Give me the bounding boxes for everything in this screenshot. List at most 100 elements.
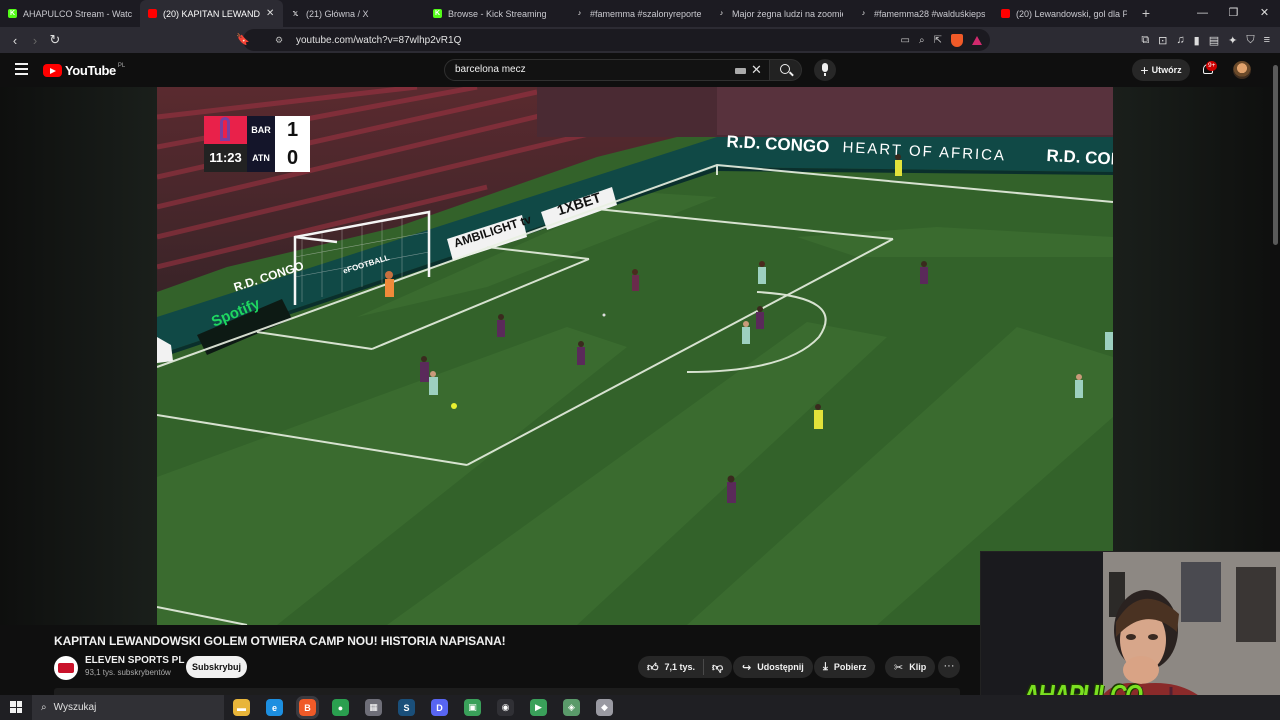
tiktok-icon: ♪ (575, 9, 584, 18)
more-actions-button[interactable]: ··· (938, 656, 960, 678)
clip-label: Klip (909, 662, 927, 672)
close-tab-icon[interactable]: ✕ (266, 8, 274, 19)
search-icon: ⌕ (41, 702, 47, 713)
windows-start-icon[interactable] (10, 701, 22, 713)
discord-icon[interactable]: D (431, 699, 448, 716)
guide-menu-icon[interactable] (15, 63, 28, 78)
site-info-icon[interactable]: ⚙ (275, 35, 291, 46)
close-window-icon[interactable]: ✕ (1249, 0, 1280, 27)
kick-icon: K (433, 9, 442, 18)
search-query[interactable]: barcelona mecz (455, 64, 526, 75)
bookmark-icon[interactable]: 🔖 (236, 29, 250, 51)
video-player-area: R.D. CONGO HEART OF AFRICA R.D. CONGO R.… (0, 87, 1280, 625)
away-score: 0 (286, 147, 299, 169)
country-code: PL (117, 63, 126, 69)
obs-icon[interactable]: ◉ (497, 699, 514, 716)
description-box-edge[interactable] (54, 688, 960, 695)
forward-icon[interactable]: › (25, 33, 45, 48)
obs-alt-icon[interactable]: ▣ (464, 699, 481, 716)
wallet-icon[interactable]: ▤ (1209, 34, 1219, 47)
scissors-icon: ✂ (894, 661, 904, 674)
leo-ai-icon[interactable]: ✦ (1228, 34, 1237, 47)
tab-title: AHAPULCO Stream - Watch Li (23, 8, 132, 19)
youtube-play-icon (43, 64, 62, 77)
browser-tab[interactable]: K AHAPULCO Stream - Watch Li (0, 0, 140, 27)
taskbar-search[interactable]: ⌕ Wyszukaj (32, 695, 224, 720)
kick-app-icon[interactable]: ▶ (530, 699, 547, 716)
edge-icon[interactable]: e (266, 699, 283, 716)
home-score: 1 (286, 119, 299, 141)
tab-title: Major żegna ludzi na zoomie | (732, 8, 843, 19)
dislike-icon[interactable]: 👎︎ (712, 661, 723, 674)
address-bar[interactable]: 🔖 ⚙ youtube.com/watch?v=87wlhp2vR1Q ▭ ⌕ … (236, 29, 990, 51)
brave-rewards-icon[interactable] (972, 35, 982, 45)
menu-icon[interactable]: ≡ (1264, 34, 1270, 46)
download-label: Pobierz (833, 662, 867, 672)
browser-tab[interactable]: ♪ #famemma #szalonyreporter # (567, 0, 709, 27)
youtube-logo[interactable]: YouTube PL (43, 63, 125, 78)
app-icon[interactable]: ◆ (596, 699, 613, 716)
vpn-icon[interactable]: ⛉ (1246, 34, 1254, 47)
like-dislike-group: 👍︎ 7,1 tys. 👎︎ (638, 656, 733, 678)
search-icon (780, 64, 790, 74)
screenshot-icon[interactable]: ⊡ (1158, 34, 1167, 47)
voice-search-button[interactable] (814, 59, 836, 81)
create-button[interactable]: + Utwórz (1132, 59, 1190, 81)
browser-tab[interactable]: ♪ Major żegna ludzi na zoomie | (709, 0, 851, 27)
brave-icon[interactable]: B (296, 696, 319, 719)
subscribe-button[interactable]: Subskrybuj (186, 656, 247, 678)
share-button[interactable]: ↪ Udostępnij (733, 656, 813, 678)
zoom-icon[interactable]: ⌕ (919, 35, 925, 46)
share-page-icon[interactable]: ⇱ (934, 35, 942, 46)
browser-tab[interactable]: (20) KAPITAN LEWAND ✕ (140, 0, 283, 27)
extension-icons: ⧉ ⊡ ♫ ▮ ▤ ✦ ⛉ ≡ (1141, 27, 1270, 53)
browser-tab[interactable]: K Browse - Kick Streaming (425, 0, 567, 27)
browser-toolbar: ‹ › ↻ 🔖 ⚙ youtube.com/watch?v=87wlhp2vR1… (0, 27, 1280, 53)
extensions-icon[interactable]: ⧉ (1141, 34, 1149, 47)
clip-button[interactable]: ✂ Klip (885, 656, 936, 678)
channel-avatar[interactable] (54, 656, 78, 680)
browser-tab[interactable]: (20) Lewandowski, gol dla Pols (993, 0, 1135, 27)
video-title: KAPITAN LEWANDOWSKI GOLEM OTWIERA CAMP N… (54, 634, 506, 648)
kick-icon: K (8, 9, 17, 18)
cast-icon[interactable]: ▭ (901, 35, 910, 46)
app-icon[interactable]: ◈ (563, 699, 580, 716)
tab-title: (21) Główna / X (306, 8, 369, 19)
minimize-icon[interactable]: — (1187, 0, 1218, 27)
search-input[interactable]: barcelona mecz ✕ (444, 59, 770, 81)
youtube-header: YouTube PL barcelona mecz ✕ + Utwórz 9+ (0, 53, 1280, 87)
browser-tab[interactable]: 𝕏 (21) Główna / X (283, 0, 425, 27)
screen: K AHAPULCO Stream - Watch Li (20) KAPITAN … (0, 0, 1280, 720)
x-icon: 𝕏 (291, 9, 300, 18)
sidebar-icon[interactable]: ▮ (1194, 34, 1200, 47)
url-text[interactable]: youtube.com/watch?v=87wlhp2vR1Q (296, 35, 461, 46)
chrome-icon[interactable]: ● (332, 699, 349, 716)
browser-tab[interactable]: ♪ #famemma28 #walduśkiepski (851, 0, 993, 27)
window-controls: — ❐ ✕ (1187, 0, 1280, 27)
account-avatar[interactable] (1233, 61, 1251, 79)
scrollbar-thumb[interactable] (1273, 65, 1278, 245)
like-icon[interactable]: 👍︎ (647, 661, 659, 674)
download-icon: ⤓ (823, 660, 828, 673)
tiktok-icon: ♪ (859, 9, 868, 18)
match-clock: 11:23 (204, 144, 247, 172)
restore-icon[interactable]: ❐ (1218, 0, 1249, 27)
clear-search-icon[interactable]: ✕ (751, 62, 762, 78)
video-player[interactable]: R.D. CONGO HEART OF AFRICA R.D. CONGO R.… (157, 87, 1113, 625)
file-explorer-icon[interactable]: ▬ (233, 699, 250, 716)
back-icon[interactable]: ‹ (5, 33, 25, 48)
channel-name[interactable]: ELEVEN SPORTS PL (85, 655, 184, 666)
brave-shield-icon[interactable] (951, 33, 963, 47)
reload-icon[interactable]: ↻ (45, 32, 65, 48)
keyboard-icon[interactable] (735, 68, 746, 74)
app-icon[interactable]: ▦ (365, 699, 382, 716)
new-tab-icon[interactable]: + (1135, 0, 1157, 27)
windows-taskbar: ⌕ Wyszukaj ▬ e B ● ▦ S D ▣ ◉ ▶ ◈ ◆ (0, 695, 1280, 720)
download-button[interactable]: ⤓ Pobierz (814, 656, 876, 678)
tab-title: (20) Lewandowski, gol dla Pols (1016, 8, 1127, 19)
like-count[interactable]: 7,1 tys. (665, 662, 696, 672)
search-button[interactable] (770, 59, 802, 81)
steam-icon[interactable]: S (398, 699, 415, 716)
music-icon[interactable]: ♫ (1176, 34, 1184, 46)
ribbon-icon (220, 117, 230, 141)
